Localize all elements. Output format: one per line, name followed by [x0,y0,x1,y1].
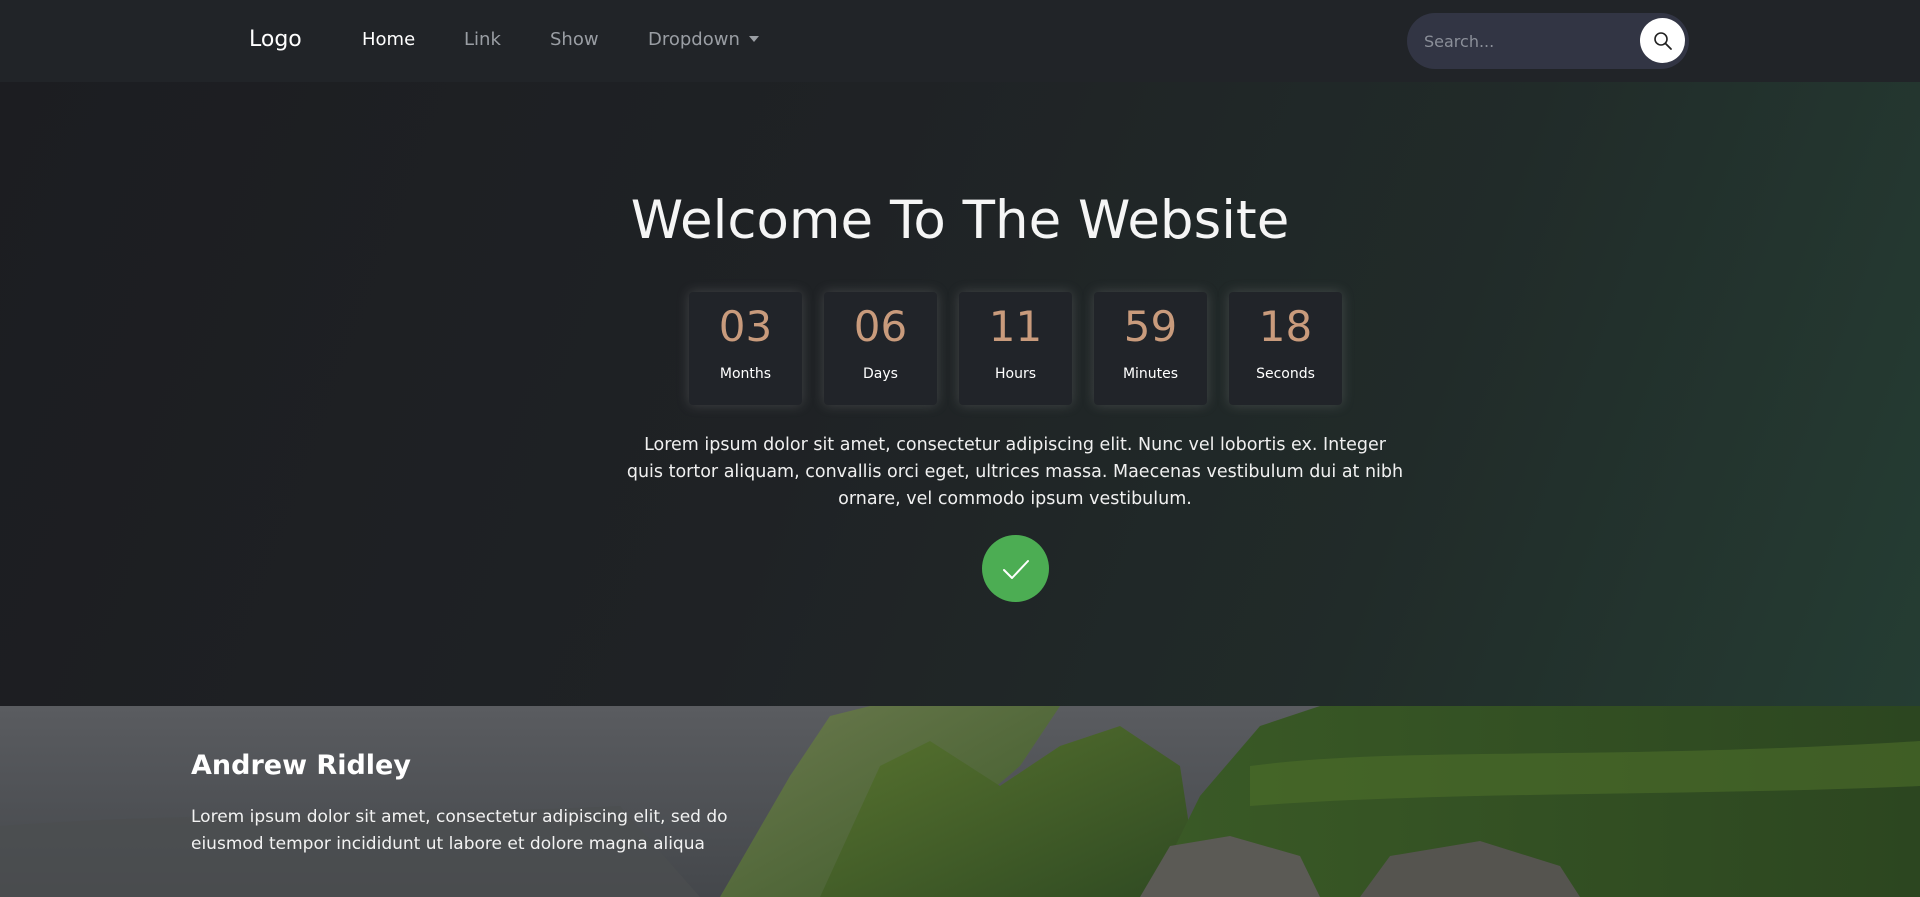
countdown-value: 06 [853,302,908,351]
search-icon [1653,31,1672,50]
countdown-months: 03 Months [689,292,802,405]
countdown-label: Hours [994,366,1036,382]
landscape-image [0,706,1920,897]
hero-title: Welcome To The Website [630,190,1290,251]
nav-link-home[interactable]: Home [362,29,415,50]
countdown-value: 59 [1123,302,1178,351]
nav-link-link[interactable]: Link [464,29,501,50]
profile-name: Andrew Ridley [191,750,411,781]
hero-description: Lorem ipsum dolor sit amet, consectetur … [626,435,1404,509]
chevron-down-icon [748,36,759,42]
hero-section: Welcome To The Website 03 Months 06 Days… [0,82,1920,706]
countdown: 03 Months 06 Days 11 Hours 59 Minutes 18… [689,292,1343,405]
countdown-label: Minutes [1122,366,1179,382]
check-button[interactable] [982,535,1049,602]
search-input[interactable] [1424,29,1624,53]
countdown-value: 03 [718,302,773,351]
countdown-label: Seconds [1256,366,1315,382]
profile-description: Lorem ipsum dolor sit amet, consectetur … [191,807,728,854]
countdown-hours: 11 Hours [959,292,1072,405]
countdown-value: 18 [1258,302,1313,351]
countdown-minutes: 59 Minutes [1094,292,1207,405]
check-icon [1002,559,1029,579]
search-form [1407,13,1689,69]
countdown-days: 06 Days [824,292,937,405]
profile-section: Andrew Ridley Lorem ipsum dolor sit amet… [0,706,1920,897]
logo[interactable]: Logo [249,27,302,52]
nav-dropdown-label: Dropdown [648,29,740,50]
countdown-label: Months [719,366,772,382]
navbar: Logo Home Link Show Dropdown [0,0,1920,82]
search-button[interactable] [1640,18,1685,63]
countdown-seconds: 18 Seconds [1229,292,1342,405]
countdown-value: 11 [988,302,1043,351]
nav-dropdown[interactable]: Dropdown [648,29,759,50]
countdown-label: Days [863,366,898,382]
nav-link-show[interactable]: Show [550,29,599,50]
